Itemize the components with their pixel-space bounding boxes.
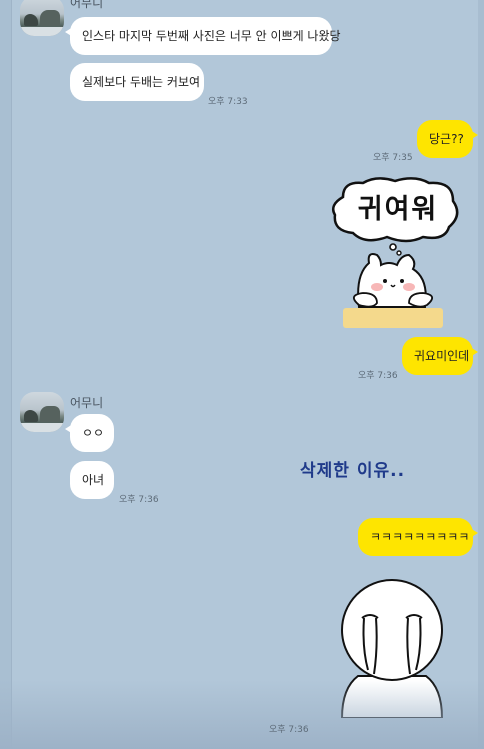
message-time: 오후 7:36 bbox=[358, 371, 398, 381]
message-bubble-me[interactable]: 당근?? bbox=[417, 120, 478, 158]
message-bubble-partner[interactable]: 인스타 마지막 두번째 사진은 너무 안 이쁘게 나왔당 bbox=[65, 17, 341, 55]
left-edge bbox=[0, 0, 12, 749]
message-bubble-partner[interactable]: 아녀 bbox=[70, 461, 114, 499]
message-time: 오후 7:36 bbox=[119, 495, 159, 505]
message-bubble-me[interactable]: 귀요미인데 bbox=[402, 337, 478, 375]
message-time: 오후 7:35 bbox=[373, 153, 413, 163]
message-bubble-me[interactable]: ㅋㅋㅋㅋㅋㅋㅋㅋㅋ bbox=[358, 518, 478, 556]
bunny-sticker[interactable]: 귀여워 bbox=[325, 175, 465, 333]
bottom-shade bbox=[0, 680, 484, 749]
right-edge bbox=[478, 0, 484, 749]
message-bubble-partner[interactable]: ㅇㅇ bbox=[65, 414, 114, 452]
partner-avatar[interactable] bbox=[20, 0, 64, 36]
partner-avatar[interactable] bbox=[20, 392, 64, 432]
partner-name: 어무니 bbox=[70, 396, 104, 410]
sticker-text: 귀여워 bbox=[357, 194, 439, 225]
message-time: 오후 7:36 bbox=[269, 725, 309, 735]
partner-name: 어무니 bbox=[70, 0, 104, 10]
message-bubble-partner[interactable]: 실제보다 두배는 커보여 bbox=[70, 63, 204, 101]
overlay-caption: 삭제한 이유.. bbox=[300, 461, 406, 481]
message-time: 오후 7:33 bbox=[208, 97, 248, 107]
